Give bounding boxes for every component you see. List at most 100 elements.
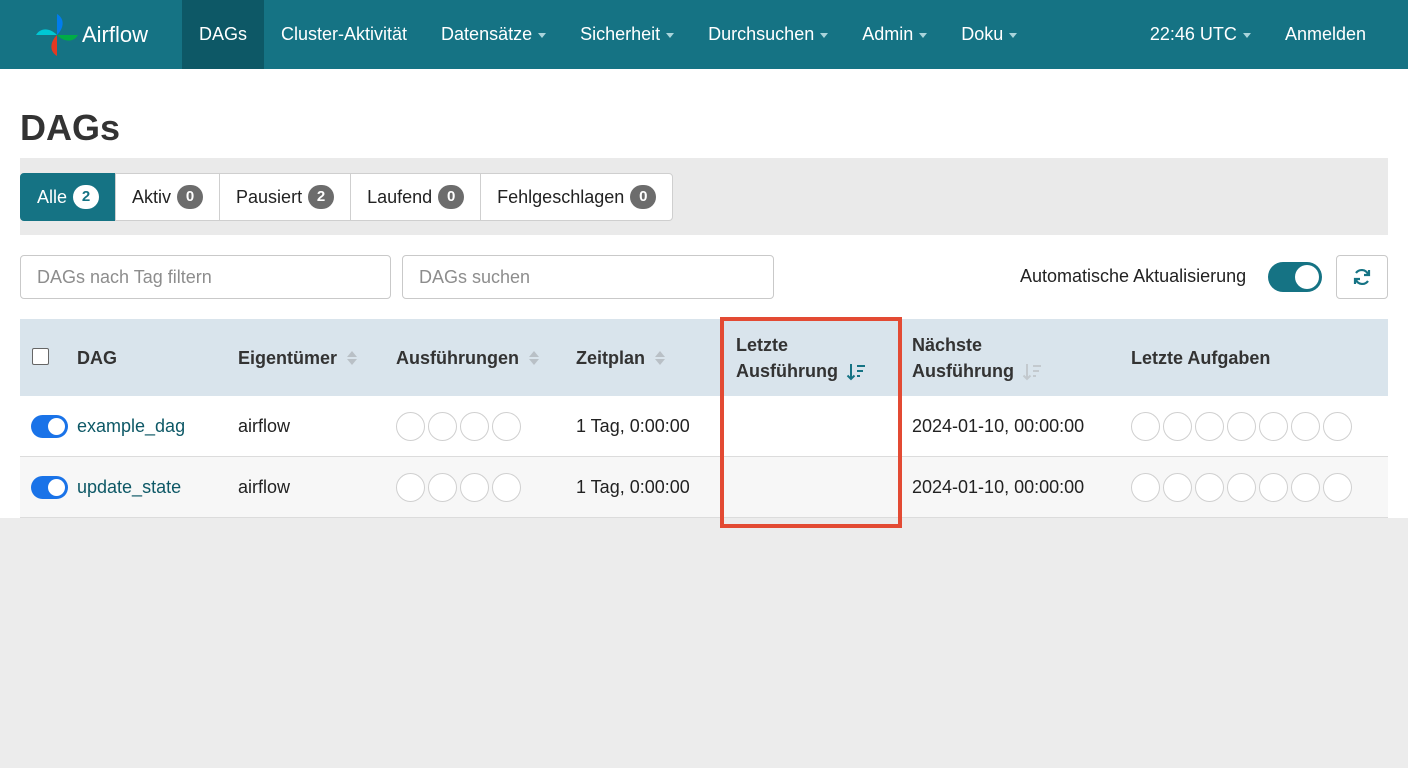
table-row: example_dag airflow 1 Tag, 0:00:00 2024-… xyxy=(20,396,1388,457)
filter-paused-label: Pausiert xyxy=(236,186,303,207)
filter-all-button[interactable]: Alle 2 xyxy=(20,173,117,221)
refresh-button[interactable] xyxy=(1336,255,1388,299)
dag-search-input[interactable] xyxy=(402,255,774,299)
task-status-circle[interactable] xyxy=(1195,412,1224,441)
task-status-circle[interactable] xyxy=(1131,412,1160,441)
sort-both-icon xyxy=(655,350,666,365)
auto-refresh-toggle[interactable] xyxy=(1268,262,1322,292)
caret-down-icon xyxy=(1242,33,1251,38)
col-schedule[interactable]: Zeitplan xyxy=(576,319,666,396)
col-owner[interactable]: Eigentümer xyxy=(238,319,358,396)
filter-active-button[interactable]: Aktiv 0 xyxy=(115,173,221,221)
filter-paused-count: 2 xyxy=(308,185,335,209)
recent-tasks-status xyxy=(1131,473,1355,502)
task-status-circle[interactable] xyxy=(1291,473,1320,502)
select-all-checkbox[interactable] xyxy=(32,348,49,365)
filter-running-count: 0 xyxy=(438,185,465,209)
table-row: update_state airflow 1 Tag, 0:00:00 2024… xyxy=(20,457,1388,518)
nav-docs[interactable]: Doku xyxy=(944,0,1034,69)
sort-descending-icon xyxy=(846,363,865,381)
nav-docs-label: Doku xyxy=(961,24,1004,44)
caret-down-icon xyxy=(538,33,547,38)
nav-datasets[interactable]: Datensätze xyxy=(424,0,563,69)
task-status-circle[interactable] xyxy=(1259,473,1288,502)
nav-security[interactable]: Sicherheit xyxy=(563,0,691,69)
col-next-run-label-2: Ausführung xyxy=(912,360,1014,381)
page-title: DAGs xyxy=(20,107,121,148)
dag-owner[interactable]: airflow xyxy=(238,416,290,437)
filter-failed-button[interactable]: Fehlgeschlagen 0 xyxy=(480,173,674,221)
dag-pause-toggle[interactable] xyxy=(31,476,68,499)
dag-pause-toggle[interactable] xyxy=(31,415,68,438)
status-filter-group: Alle 2 Aktiv 0 Pausiert 2 Laufend 0 Fehl… xyxy=(20,173,674,221)
task-status-circle[interactable] xyxy=(1227,412,1256,441)
dag-owner[interactable]: airflow xyxy=(238,477,290,498)
caret-down-icon xyxy=(1009,33,1018,38)
nav-datasets-label: Datensätze xyxy=(441,24,533,44)
col-recent-tasks-label: Letzte Aufgaben xyxy=(1131,347,1271,368)
nav-browse-label: Durchsuchen xyxy=(708,24,815,44)
filter-paused-button[interactable]: Pausiert 2 xyxy=(219,173,352,221)
filter-active-count: 0 xyxy=(177,185,204,209)
task-status-circle[interactable] xyxy=(1323,412,1352,441)
nav-browse[interactable]: Durchsuchen xyxy=(691,0,845,69)
run-status-circle[interactable] xyxy=(396,473,425,502)
airflow-pinwheel-icon xyxy=(36,13,78,56)
status-filter-well: Alle 2 Aktiv 0 Pausiert 2 Laufend 0 Fehl… xyxy=(20,158,1388,235)
filter-running-button[interactable]: Laufend 0 xyxy=(350,173,482,221)
dag-schedule: 1 Tag, 0:00:00 xyxy=(576,416,690,436)
filter-running-label: Laufend xyxy=(367,186,433,207)
nav-login[interactable]: Anmelden xyxy=(1268,0,1383,69)
nav-timezone[interactable]: 22:46 UTC xyxy=(1133,0,1268,69)
dag-link[interactable]: example_dag xyxy=(77,416,185,437)
col-last-run[interactable]: Letzte Ausführung xyxy=(736,319,866,396)
run-status-circle[interactable] xyxy=(428,412,457,441)
main-content: DAGs Alle 2 Aktiv 0 Pausiert 2 Laufend 0… xyxy=(0,69,1408,518)
col-next-run[interactable]: Nächste Ausführung xyxy=(912,319,1042,396)
task-status-circle[interactable] xyxy=(1259,412,1288,441)
run-status-circle[interactable] xyxy=(428,473,457,502)
dags-table: DAG Eigentümer Ausführungen Zeitplan Let… xyxy=(20,319,1388,518)
sort-inactive-icon xyxy=(1022,363,1041,381)
caret-down-icon xyxy=(666,33,675,38)
task-status-circle[interactable] xyxy=(1163,473,1192,502)
nav-cluster-activity[interactable]: Cluster-Aktivität xyxy=(264,0,424,69)
task-status-circle[interactable] xyxy=(1227,473,1256,502)
dag-runs-status xyxy=(396,412,524,441)
refresh-icon xyxy=(1353,268,1371,286)
nav-admin-label: Admin xyxy=(862,24,914,44)
recent-tasks-status xyxy=(1131,412,1355,441)
filter-all-label: Alle xyxy=(37,186,68,207)
nav-time-label: 22:46 UTC xyxy=(1149,24,1237,44)
col-schedule-label: Zeitplan xyxy=(576,347,646,368)
auto-refresh-label: Automatische Aktualisierung xyxy=(1020,266,1247,286)
filter-active-label: Aktiv xyxy=(132,186,172,207)
run-status-circle[interactable] xyxy=(396,412,425,441)
col-next-run-label-1: Nächste xyxy=(912,334,983,355)
dag-link[interactable]: update_state xyxy=(77,477,181,498)
run-status-circle[interactable] xyxy=(460,473,489,502)
col-runs[interactable]: Ausführungen xyxy=(396,319,539,396)
nav-admin[interactable]: Admin xyxy=(845,0,944,69)
run-status-circle[interactable] xyxy=(460,412,489,441)
task-status-circle[interactable] xyxy=(1131,473,1160,502)
run-status-circle[interactable] xyxy=(492,473,521,502)
task-status-circle[interactable] xyxy=(1323,473,1352,502)
run-status-circle[interactable] xyxy=(492,412,521,441)
col-recent-tasks: Letzte Aufgaben xyxy=(1131,319,1270,396)
nav-security-label: Sicherheit xyxy=(580,24,661,44)
brand-logo[interactable]: Airflow xyxy=(0,0,182,69)
filter-all-count: 2 xyxy=(73,185,100,209)
task-status-circle[interactable] xyxy=(1291,412,1320,441)
nav-dags[interactable]: DAGs xyxy=(182,0,265,69)
col-dag-label: DAG xyxy=(77,347,117,368)
sort-both-icon xyxy=(347,350,358,365)
dag-schedule: 1 Tag, 0:00:00 xyxy=(576,477,690,497)
nav-login-label: Anmelden xyxy=(1284,24,1366,44)
col-dag[interactable]: DAG xyxy=(77,319,117,396)
dag-next-run: 2024-01-10, 00:00:00 xyxy=(912,477,1085,497)
tag-filter-input[interactable] xyxy=(20,255,391,299)
filter-failed-count: 0 xyxy=(630,185,657,209)
task-status-circle[interactable] xyxy=(1195,473,1224,502)
task-status-circle[interactable] xyxy=(1163,412,1192,441)
